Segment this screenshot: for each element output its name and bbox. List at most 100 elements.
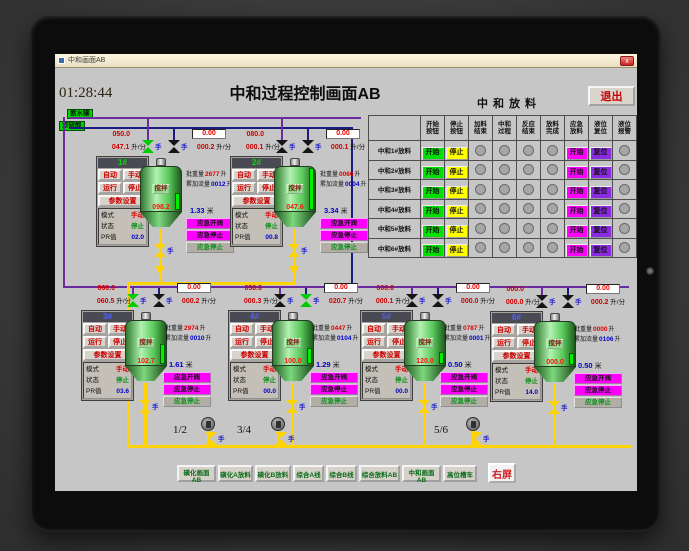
manual-flag: 手 <box>181 144 188 151</box>
pr-value: 00.0 <box>395 388 408 395</box>
stir-button[interactable]: 搅拌 <box>416 338 434 348</box>
valve-icon[interactable] <box>205 432 217 445</box>
stir-button[interactable]: 搅拌 <box>137 338 155 348</box>
start-discharge-button-6[interactable]: 开始 <box>421 244 444 257</box>
tank-value: 102.7 <box>137 358 155 365</box>
valve-icon[interactable] <box>418 400 430 413</box>
level-reset-button-2[interactable]: 复位 <box>589 166 612 179</box>
tank-value: 047.6 <box>286 204 304 211</box>
stir-button[interactable]: 搅拌 <box>286 184 304 194</box>
emergency-discharge-button-5[interactable]: 开始 <box>565 224 588 238</box>
valve-icon[interactable] <box>276 140 288 153</box>
run-button[interactable]: 运行 <box>232 182 256 194</box>
auto-button[interactable]: 自动 <box>492 324 516 336</box>
stop-discharge-button-2[interactable]: 停止 <box>445 166 468 179</box>
window-close-icon[interactable]: x <box>620 55 634 66</box>
stop-discharge-button-1[interactable]: 停止 <box>445 146 468 160</box>
nav-button-6[interactable]: 综合放料AB <box>359 465 400 482</box>
tank-nozzle-icon <box>156 158 166 166</box>
exit-button[interactable]: 退出 <box>588 86 635 106</box>
valve-icon[interactable] <box>562 295 574 308</box>
hmi-content: 01:28:44 中和过程控制画面AB 中和放料 退出 氨水罐 浓硫酸 开始 按… <box>55 69 637 491</box>
stop-discharge-button-3[interactable]: 停止 <box>445 185 468 199</box>
stop-discharge-button-5[interactable]: 停止 <box>445 224 468 238</box>
stop-discharge-button-6[interactable]: 停止 <box>445 244 468 257</box>
emergency-stop-button[interactable]: 应急停止 <box>574 385 622 396</box>
right-screen-button[interactable]: 右屏 <box>488 463 516 483</box>
indicator-circle <box>475 242 486 254</box>
run-button[interactable]: 运行 <box>98 182 122 194</box>
valve-icon[interactable] <box>274 294 286 307</box>
run-button[interactable]: 运行 <box>83 336 107 348</box>
emergency-discharge-button-3[interactable]: 开始 <box>565 185 588 199</box>
valve-icon[interactable] <box>548 401 560 414</box>
stir-button[interactable]: 搅拌 <box>152 184 170 194</box>
stop-discharge-button-4[interactable]: 停止 <box>445 205 468 218</box>
indicator-circle <box>619 144 630 156</box>
start-discharge-button-1[interactable]: 开始 <box>421 146 444 160</box>
pump-icon[interactable] <box>201 417 215 431</box>
emergency-discharge-button-1[interactable]: 开始 <box>565 146 588 160</box>
nav-button-7[interactable]: 中和画面AB <box>402 465 441 484</box>
valve-icon[interactable] <box>139 400 151 413</box>
emergency-open-button[interactable]: 应急开阀 <box>574 373 622 384</box>
stir-button[interactable]: 搅拌 <box>546 339 564 349</box>
manual-flag: 手 <box>549 299 556 306</box>
emergency-open-button[interactable]: 应急开阀 <box>320 218 368 229</box>
emergency-discharge-button-6[interactable]: 开始 <box>565 244 588 257</box>
valve-icon[interactable] <box>302 140 314 153</box>
valve-icon[interactable] <box>286 400 298 413</box>
emergency-discharge-button-2[interactable]: 开始 <box>565 166 588 179</box>
stir-button[interactable]: 搅拌 <box>284 338 302 348</box>
valve-icon[interactable] <box>432 294 444 307</box>
table-cell: 开始 <box>564 198 589 219</box>
level-reset-button-4[interactable]: 复位 <box>589 205 612 218</box>
auto-button[interactable]: 自动 <box>362 323 386 335</box>
tank-body: 搅拌 098.2 <box>140 166 182 212</box>
level-reset-button-3[interactable]: 复位 <box>589 185 612 199</box>
state-label: 状态 <box>495 378 508 385</box>
auto-button[interactable]: 自动 <box>232 169 256 181</box>
table-header-col-4: 中和 过程 <box>492 115 517 141</box>
emergency-discharge-button-4[interactable]: 开始 <box>565 205 588 218</box>
start-discharge-button-3[interactable]: 开始 <box>421 185 444 199</box>
valve-icon[interactable] <box>168 140 180 153</box>
auto-button[interactable]: 自动 <box>98 169 122 181</box>
nav-button-1[interactable]: 磺化画面AB <box>177 465 216 484</box>
nav-button-3[interactable]: 磺化B放料 <box>255 465 291 482</box>
start-discharge-button-4[interactable]: 开始 <box>421 205 444 218</box>
run-button[interactable]: 运行 <box>230 336 254 348</box>
flow-actual-value: 060.5 <box>96 298 115 305</box>
run-button[interactable]: 运行 <box>362 336 386 348</box>
nav-button-2[interactable]: 磺化A放料 <box>218 465 253 482</box>
auto-button[interactable]: 自动 <box>230 323 254 335</box>
valve-icon[interactable] <box>470 432 482 445</box>
valve-icon[interactable] <box>127 294 139 307</box>
valve-icon[interactable] <box>288 244 300 257</box>
valve-icon[interactable] <box>300 294 312 307</box>
tank-funnel <box>125 366 167 381</box>
valve-icon[interactable] <box>406 294 418 307</box>
level-reset-button-1[interactable]: 复位 <box>589 146 612 160</box>
level-reset-button-6[interactable]: 复位 <box>589 244 612 257</box>
emergency-stop-button[interactable]: 应急停止 <box>320 230 368 241</box>
pump-icon[interactable] <box>271 417 285 431</box>
valve-icon[interactable] <box>154 244 166 257</box>
level-reset-button-5[interactable]: 复位 <box>589 224 612 238</box>
emergency-stop-button[interactable]: 应急停止 <box>163 384 211 395</box>
valve-icon[interactable] <box>153 294 165 307</box>
nav-button-8[interactable]: 高位槽车 <box>443 465 477 482</box>
pump-icon[interactable] <box>466 417 480 431</box>
nav-button-4[interactable]: 综合A线 <box>293 465 324 482</box>
valve-icon[interactable] <box>536 295 548 308</box>
emergency-open-button[interactable]: 应急开阀 <box>163 372 211 383</box>
start-discharge-button-5[interactable]: 开始 <box>421 224 444 238</box>
auto-button[interactable]: 自动 <box>83 323 107 335</box>
valve-icon[interactable] <box>275 432 287 445</box>
state-label: 状态 <box>86 377 99 384</box>
run-button[interactable]: 运行 <box>492 337 516 349</box>
start-discharge-button-2[interactable]: 开始 <box>421 166 444 179</box>
nav-button-5[interactable]: 综合B线 <box>326 465 357 482</box>
valve-icon[interactable] <box>142 140 154 153</box>
window-icon <box>58 57 65 64</box>
